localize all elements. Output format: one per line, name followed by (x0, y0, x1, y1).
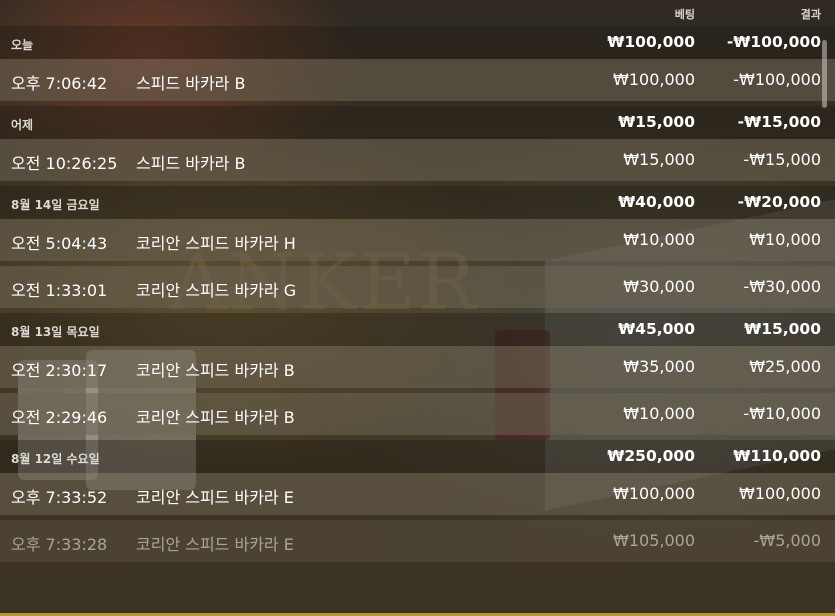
bet-history-row[interactable]: 오전 2:29:46 코리안 스피드 바카라 B ₩10,000 -₩10,00… (0, 393, 835, 435)
group-result-total: ₩15,000 (744, 320, 821, 338)
group-bet-total: ₩45,000 (618, 320, 695, 338)
row-result: ₩25,000 (749, 357, 821, 376)
row-result: -₩5,000 (753, 531, 821, 550)
date-group-label: 8월 12일 수요일 (11, 452, 100, 466)
row-bet: ₩10,000 (623, 404, 695, 423)
row-time: 오전 10:26:25 (11, 154, 118, 173)
group-result-total: ₩110,000 (733, 447, 821, 465)
row-time: 오전 2:29:46 (11, 408, 108, 427)
bet-history-row[interactable]: 오전 2:30:17 코리안 스피드 바카라 B ₩35,000 ₩25,000 (0, 346, 835, 388)
column-header: 베팅 결과 (0, 0, 835, 26)
group-bet-total: ₩250,000 (607, 447, 695, 465)
bet-history-row[interactable]: 오후 7:33:52 코리안 스피드 바카라 E ₩100,000 ₩100,0… (0, 473, 835, 515)
row-result: ₩100,000 (739, 484, 821, 503)
row-bet: ₩105,000 (613, 531, 695, 550)
bet-history-row[interactable]: 오전 5:04:43 코리안 스피드 바카라 H ₩10,000 ₩10,000 (0, 219, 835, 261)
group-bet-total: ₩100,000 (607, 33, 695, 51)
row-time: 오후 7:06:42 (11, 74, 108, 93)
group-bet-total: ₩40,000 (618, 193, 695, 211)
date-group-label: 오늘 (11, 38, 34, 52)
row-game: 스피드 바카라 B (136, 154, 246, 173)
date-group-header: 오늘 ₩100,000 -₩100,000 (0, 26, 835, 59)
row-result: ₩10,000 (749, 230, 821, 249)
bet-history-row[interactable]: 오후 7:33:28 코리안 스피드 바카라 E ₩105,000 -₩5,00… (0, 520, 835, 562)
group-result-total: -₩100,000 (726, 33, 821, 51)
row-game: 코리안 스피드 바카라 E (136, 535, 294, 554)
date-group-label: 8월 13일 목요일 (11, 325, 100, 339)
bet-column-header: 베팅 (674, 8, 695, 21)
row-result: -₩10,000 (743, 404, 821, 423)
row-bet: ₩15,000 (623, 150, 695, 169)
list-scrollbar[interactable] (822, 40, 827, 108)
row-game: 스피드 바카라 B (136, 74, 246, 93)
row-time: 오전 5:04:43 (11, 234, 108, 253)
row-bet: ₩30,000 (623, 277, 695, 296)
row-game: 코리안 스피드 바카라 E (136, 488, 294, 507)
group-bet-total: ₩15,000 (618, 113, 695, 131)
date-group-label: 8월 14일 금요일 (11, 198, 100, 212)
group-result-total: -₩15,000 (737, 113, 821, 131)
row-result: -₩15,000 (743, 150, 821, 169)
row-game: 코리안 스피드 바카라 B (136, 408, 295, 427)
date-group-header: 어제 ₩15,000 -₩15,000 (0, 106, 835, 139)
date-group-header: 8월 12일 수요일 ₩250,000 ₩110,000 (0, 440, 835, 473)
row-game: 코리안 스피드 바카라 G (136, 281, 297, 300)
row-time: 오후 7:33:52 (11, 488, 108, 507)
result-column-header: 결과 (800, 8, 821, 21)
bet-history-row[interactable]: 오전 1:33:01 코리안 스피드 바카라 G ₩30,000 -₩30,00… (0, 266, 835, 308)
row-time: 오후 7:33:28 (11, 535, 108, 554)
row-result: -₩30,000 (743, 277, 821, 296)
row-game: 코리안 스피드 바카라 B (136, 361, 295, 380)
row-bet: ₩35,000 (623, 357, 695, 376)
row-bet: ₩100,000 (613, 484, 695, 503)
row-time: 오전 1:33:01 (11, 281, 108, 300)
bet-history-row[interactable]: 오후 7:06:42 스피드 바카라 B ₩100,000 -₩100,000 (0, 59, 835, 101)
row-result: -₩100,000 (733, 70, 821, 89)
row-game: 코리안 스피드 바카라 H (136, 234, 296, 253)
bet-history-row[interactable]: 오전 10:26:25 스피드 바카라 B ₩15,000 -₩15,000 (0, 139, 835, 181)
row-time: 오전 2:30:17 (11, 361, 108, 380)
bet-history-panel: 베팅 결과 오늘 ₩100,000 -₩100,000 오후 7:06:42 스… (0, 0, 835, 616)
row-bet: ₩100,000 (613, 70, 695, 89)
date-group-label: 어제 (11, 118, 34, 132)
group-result-total: -₩20,000 (737, 193, 821, 211)
date-group-header: 8월 13일 목요일 ₩45,000 ₩15,000 (0, 313, 835, 346)
date-group-header: 8월 14일 금요일 ₩40,000 -₩20,000 (0, 186, 835, 219)
bet-history-list: 오늘 ₩100,000 -₩100,000 오후 7:06:42 스피드 바카라… (0, 26, 835, 562)
row-bet: ₩10,000 (623, 230, 695, 249)
